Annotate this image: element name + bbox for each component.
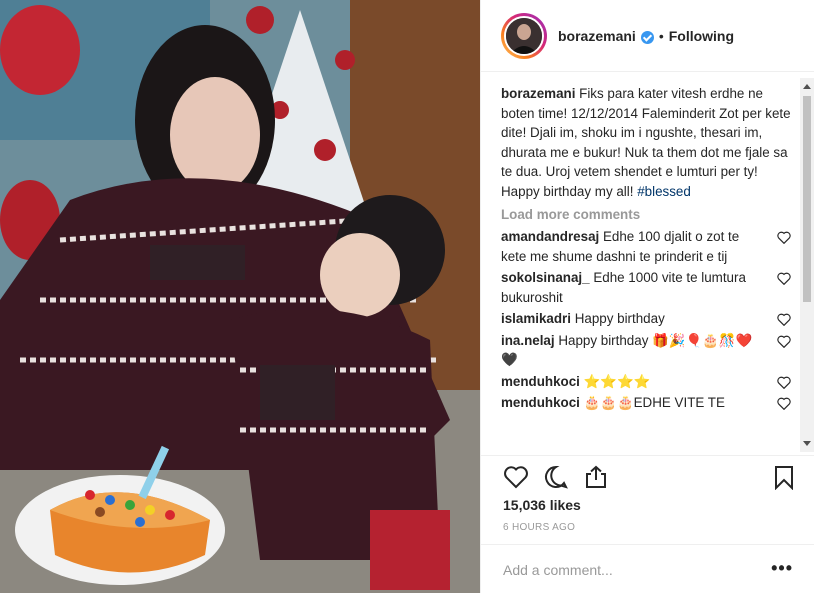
comment-username[interactable]: menduhkoci <box>501 374 580 389</box>
comments-list[interactable]: borazemani Fiks para kater vitesh erdhe … <box>501 84 791 454</box>
comment-item: ina.nelaj Happy birthday 🎁🎉🎈🎂🎊❤️🖤 <box>501 331 791 370</box>
scroll-up-arrow-icon[interactable] <box>803 84 811 89</box>
comment-username[interactable]: menduhkoci <box>501 395 580 410</box>
verified-badge-icon <box>640 31 654 44</box>
username-link[interactable]: borazemani <box>558 28 636 44</box>
comment-item: islamikadri Happy birthday <box>501 309 791 329</box>
heart-icon[interactable] <box>777 313 791 326</box>
following-button[interactable]: Following <box>669 28 734 44</box>
comments-scrollbar[interactable] <box>800 78 814 452</box>
caption-text: Fiks para kater vitesh erdhe ne boten ti… <box>501 86 791 199</box>
comment-username[interactable]: ina.nelaj <box>501 333 555 348</box>
comment-username[interactable]: sokolsinanaj_ <box>501 270 590 285</box>
comment-username[interactable]: islamikadri <box>501 311 571 326</box>
story-ring[interactable] <box>501 12 547 59</box>
add-comment-bar: ••• <box>481 544 814 593</box>
scroll-down-arrow-icon[interactable] <box>803 441 811 446</box>
post-timestamp[interactable]: 6 HOURS AGO <box>503 522 575 533</box>
comment-text: Happy birthday <box>574 311 665 326</box>
heart-icon[interactable] <box>777 231 791 244</box>
caption-username[interactable]: borazemani <box>501 86 575 101</box>
avatar[interactable] <box>504 15 544 56</box>
comment-text: ⭐⭐⭐⭐ <box>583 373 651 389</box>
likes-count[interactable]: 15,036 likes <box>503 497 581 513</box>
heart-icon[interactable] <box>777 272 791 285</box>
comment-item: amandandresaj Edhe 100 djalit o zot te k… <box>501 227 791 266</box>
comment-item: sokolsinanaj_ Edhe 1000 vite te lumtura … <box>501 268 791 307</box>
heart-icon[interactable] <box>777 397 791 410</box>
comment-item: menduhkoci 🎂🎂🎂EDHE VITE TE <box>501 393 791 413</box>
add-comment-input[interactable] <box>503 562 743 578</box>
post-photo[interactable] <box>0 0 480 593</box>
post-detail-panel: borazemani • Following borazemani Fiks p… <box>480 0 814 593</box>
caption: borazemani Fiks para kater vitesh erdhe … <box>501 84 791 201</box>
load-more-comments-button[interactable]: Load more comments <box>501 207 791 222</box>
heart-icon[interactable] <box>777 335 791 348</box>
action-bar <box>481 455 814 495</box>
comment-item: menduhkoci ⭐⭐⭐⭐ <box>501 372 791 392</box>
bookmark-icon[interactable] <box>771 464 797 490</box>
comment-username[interactable]: amandandresaj <box>501 229 599 244</box>
post-photo-image <box>0 0 480 593</box>
separator-dot: • <box>658 27 664 44</box>
avatar-image <box>506 17 542 54</box>
heart-icon[interactable] <box>503 464 529 490</box>
post-header: borazemani • Following <box>481 0 814 72</box>
share-icon[interactable] <box>583 464 609 490</box>
comment-text: 🎂🎂🎂EDHE VITE TE <box>583 395 725 410</box>
heart-icon[interactable] <box>777 376 791 389</box>
more-options-icon[interactable]: ••• <box>771 559 793 577</box>
comment-bubble-icon[interactable] <box>543 464 569 490</box>
hashtag-link[interactable]: #blessed <box>637 184 691 199</box>
scroll-thumb[interactable] <box>803 96 811 302</box>
